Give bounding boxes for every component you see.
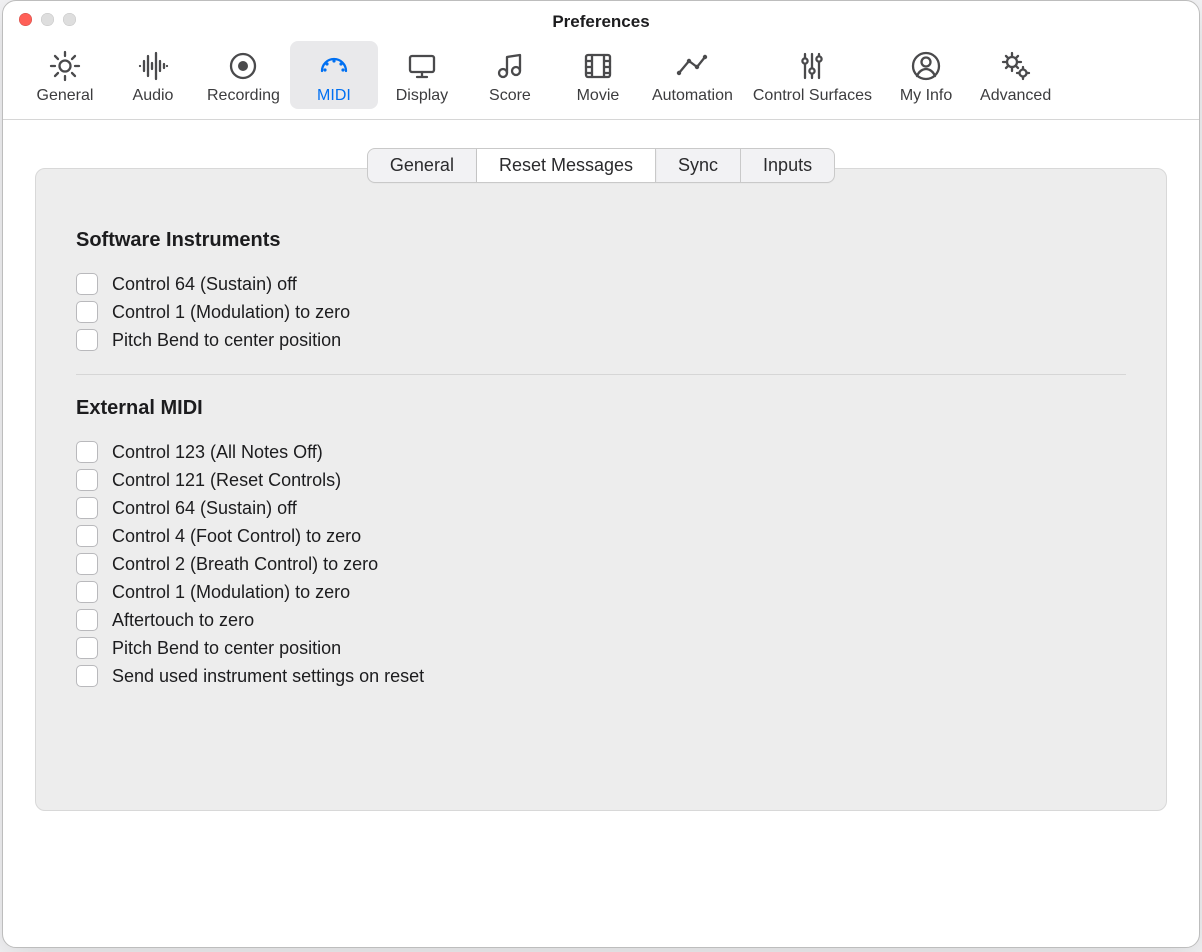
zoom-button[interactable] <box>63 13 76 26</box>
subtab-sync[interactable]: Sync <box>656 149 741 182</box>
section-title-external-midi: External MIDI <box>76 397 1126 420</box>
toolbar-label: General <box>37 87 94 105</box>
checkbox-label: Control 121 (Reset Controls) <box>112 470 341 491</box>
window-controls <box>19 13 76 26</box>
toolbar-display[interactable]: Display <box>378 41 466 109</box>
waveform-icon <box>136 49 170 83</box>
toolbar-label: Movie <box>577 87 620 105</box>
content-area: General Reset Messages Sync Inputs Softw… <box>3 120 1199 947</box>
toolbar-automation[interactable]: Automation <box>642 41 743 109</box>
toolbar-movie[interactable]: Movie <box>554 41 642 109</box>
midi-icon <box>317 49 351 83</box>
checkbox-label: Control 64 (Sustain) off <box>112 274 297 295</box>
toolbar-label: Recording <box>207 87 280 105</box>
toolbar-recording[interactable]: Recording <box>197 41 290 109</box>
checkbox[interactable] <box>76 553 98 575</box>
checkbox[interactable] <box>76 525 98 547</box>
checkbox-row[interactable]: Send used instrument settings on reset <box>76 662 1126 690</box>
toolbar-general[interactable]: General <box>21 41 109 109</box>
checkbox-row[interactable]: Pitch Bend to center position <box>76 326 1126 354</box>
checkbox-label: Control 4 (Foot Control) to zero <box>112 526 361 547</box>
close-button[interactable] <box>19 13 32 26</box>
gears-icon <box>999 49 1033 83</box>
settings-panel: Software Instruments Control 64 (Sustain… <box>35 168 1167 811</box>
toolbar-audio[interactable]: Audio <box>109 41 197 109</box>
section-title-software-instruments: Software Instruments <box>76 229 1126 252</box>
film-icon <box>581 49 615 83</box>
checkbox-row[interactable]: Control 64 (Sustain) off <box>76 494 1126 522</box>
window-title: Preferences <box>552 12 649 32</box>
subtab-reset-messages[interactable]: Reset Messages <box>477 149 656 182</box>
toolbar-label: My Info <box>900 87 952 105</box>
checkbox-label: Control 1 (Modulation) to zero <box>112 582 350 603</box>
toolbar-label: Audio <box>133 87 174 105</box>
toolbar-score[interactable]: Score <box>466 41 554 109</box>
preferences-window: Preferences General Audio Recording M <box>2 0 1200 948</box>
checkbox-label: Control 2 (Breath Control) to zero <box>112 554 378 575</box>
display-icon <box>405 49 439 83</box>
subtab-segmented-control: General Reset Messages Sync Inputs <box>367 148 835 183</box>
checkbox[interactable] <box>76 609 98 631</box>
toolbar-control-surfaces[interactable]: Control Surfaces <box>743 41 882 109</box>
section-divider <box>76 374 1126 375</box>
checkbox-row[interactable]: Control 121 (Reset Controls) <box>76 466 1126 494</box>
checkbox-label: Control 1 (Modulation) to zero <box>112 302 350 323</box>
toolbar-label: Display <box>396 87 448 105</box>
checkbox-label: Pitch Bend to center position <box>112 330 341 351</box>
titlebar: Preferences <box>3 1 1199 37</box>
checkbox[interactable] <box>76 665 98 687</box>
checkbox[interactable] <box>76 469 98 491</box>
subtab-inputs[interactable]: Inputs <box>741 149 834 182</box>
checkbox-row[interactable]: Control 123 (All Notes Off) <box>76 438 1126 466</box>
user-circle-icon <box>909 49 943 83</box>
checkbox-label: Send used instrument settings on reset <box>112 666 424 687</box>
automation-icon <box>675 49 709 83</box>
minimize-button[interactable] <box>41 13 54 26</box>
subtab-general[interactable]: General <box>368 149 477 182</box>
checkbox-label: Aftertouch to zero <box>112 610 254 631</box>
record-icon <box>226 49 260 83</box>
checkbox[interactable] <box>76 301 98 323</box>
toolbar-my-info[interactable]: My Info <box>882 41 970 109</box>
checkbox-row[interactable]: Control 64 (Sustain) off <box>76 270 1126 298</box>
toolbar-midi[interactable]: MIDI <box>290 41 378 109</box>
toolbar-label: Control Surfaces <box>753 87 872 105</box>
checkbox[interactable] <box>76 637 98 659</box>
checkbox-label: Control 123 (All Notes Off) <box>112 442 323 463</box>
music-notes-icon <box>493 49 527 83</box>
checkbox-row[interactable]: Control 1 (Modulation) to zero <box>76 298 1126 326</box>
checkbox-row[interactable]: Pitch Bend to center position <box>76 634 1126 662</box>
toolbar-label: Automation <box>652 87 733 105</box>
checkbox[interactable] <box>76 581 98 603</box>
checkbox[interactable] <box>76 497 98 519</box>
checkbox[interactable] <box>76 273 98 295</box>
checkbox[interactable] <box>76 441 98 463</box>
checkbox-row[interactable]: Control 4 (Foot Control) to zero <box>76 522 1126 550</box>
toolbar-label: Score <box>489 87 531 105</box>
checkbox-label: Pitch Bend to center position <box>112 638 341 659</box>
checkbox[interactable] <box>76 329 98 351</box>
checkbox-row[interactable]: Control 2 (Breath Control) to zero <box>76 550 1126 578</box>
checkbox-row[interactable]: Control 1 (Modulation) to zero <box>76 578 1126 606</box>
sliders-icon <box>795 49 829 83</box>
checkbox-label: Control 64 (Sustain) off <box>112 498 297 519</box>
checkbox-row[interactable]: Aftertouch to zero <box>76 606 1126 634</box>
gear-icon <box>48 49 82 83</box>
toolbar-label: Advanced <box>980 87 1051 105</box>
preferences-toolbar: General Audio Recording MIDI Display <box>3 37 1199 120</box>
toolbar-advanced[interactable]: Advanced <box>970 41 1061 109</box>
toolbar-label: MIDI <box>317 87 351 105</box>
